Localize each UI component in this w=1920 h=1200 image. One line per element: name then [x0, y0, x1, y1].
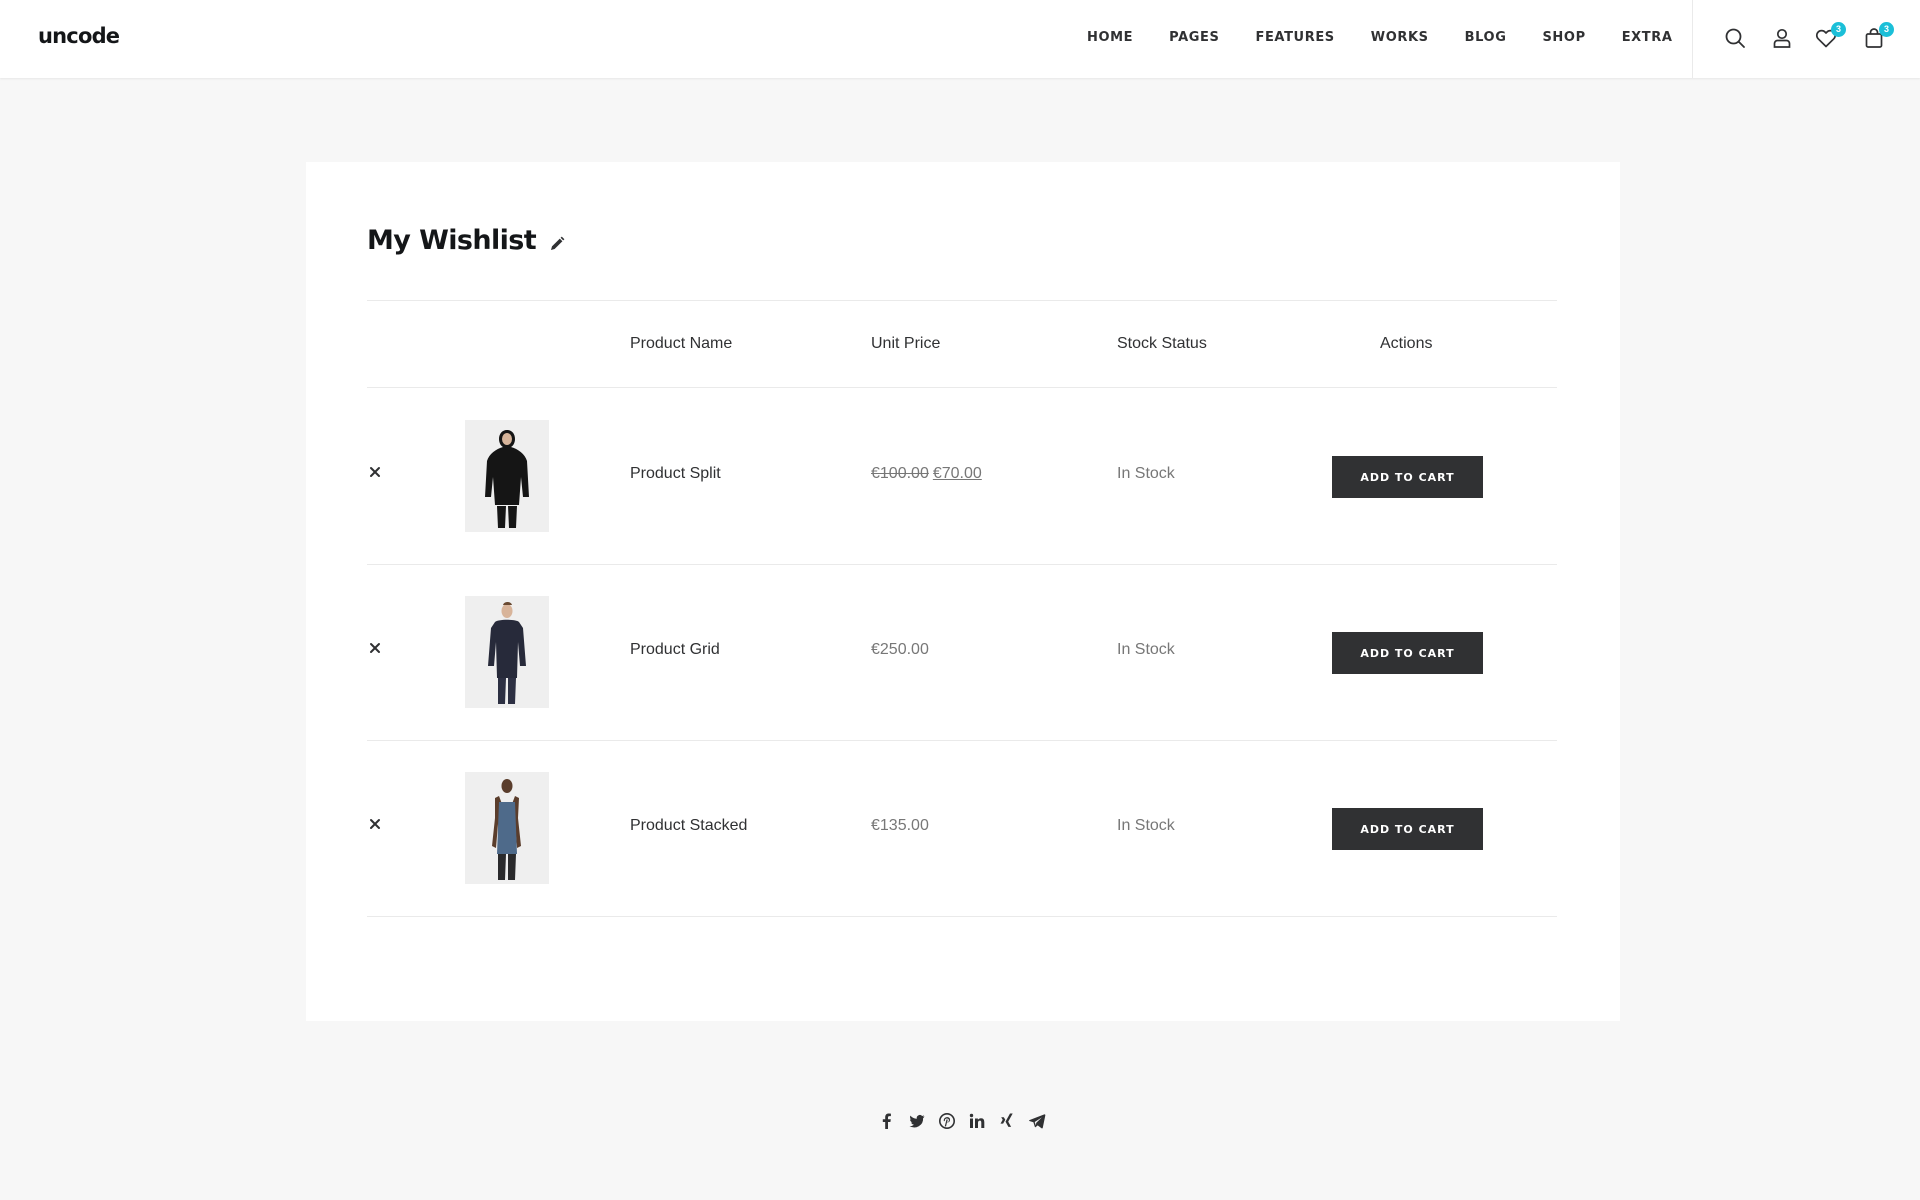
nav-item-extra[interactable]: EXTRA — [1622, 30, 1673, 45]
add-to-cart-button[interactable]: ADD TO CART — [1332, 456, 1483, 498]
table-row: Product Stacked €135.00 In Stock ADD TO … — [306, 740, 1620, 916]
wishlist-count-badge: 3 — [1831, 22, 1846, 37]
nav-item-works[interactable]: WORKS — [1371, 30, 1429, 45]
pinterest-icon[interactable] — [938, 1112, 956, 1130]
table-row: Product Split €100.00 €70.00 In Stock ADD… — [306, 388, 1620, 564]
search-icon[interactable] — [1723, 26, 1747, 50]
stock-status: In Stock — [1117, 465, 1175, 482]
nav-item-features[interactable]: FEATURES — [1255, 30, 1334, 45]
remove-item-button[interactable] — [369, 642, 383, 656]
table-bottom-divider — [367, 916, 1557, 917]
column-header-unit-price: Unit Price — [871, 335, 941, 352]
wishlist-title-row: My Wishlist — [367, 225, 565, 256]
add-to-cart-button[interactable]: ADD TO CART — [1332, 632, 1483, 674]
main-nav: HOME PAGES FEATURES WORKS BLOG SHOP EXTR… — [1087, 30, 1673, 45]
remove-item-button[interactable] — [369, 818, 383, 832]
product-thumbnail[interactable] — [465, 772, 549, 884]
cart-count-badge: 3 — [1879, 22, 1894, 37]
stock-status: In Stock — [1117, 641, 1175, 658]
sale-price: €70.00 — [932, 465, 982, 482]
facebook-icon[interactable] — [878, 1112, 896, 1130]
product-name-link[interactable]: Product Split — [630, 465, 721, 483]
user-icon[interactable] — [1770, 26, 1794, 50]
telegram-icon[interactable] — [1028, 1112, 1046, 1130]
nav-item-shop[interactable]: SHOP — [1542, 30, 1585, 45]
wishlist-card: My Wishlist Product Name Unit Price Stoc… — [306, 162, 1620, 1021]
wishlist-heart-icon[interactable]: 3 — [1814, 22, 1846, 50]
stock-status: In Stock — [1117, 817, 1175, 834]
cart-bag-icon[interactable]: 3 — [1862, 22, 1894, 50]
linkedin-icon[interactable] — [968, 1112, 986, 1130]
product-price: €250.00 — [871, 641, 929, 658]
pencil-icon[interactable] — [549, 236, 565, 252]
product-thumbnail[interactable] — [465, 420, 549, 532]
twitter-icon[interactable] — [908, 1112, 926, 1130]
product-price: €100.00 €70.00 — [871, 465, 982, 483]
share-bar — [878, 1112, 1046, 1130]
nav-item-pages[interactable]: PAGES — [1169, 30, 1219, 45]
site-header: uncode HOME PAGES FEATURES WORKS BLOG SH… — [0, 0, 1920, 78]
product-name-link[interactable]: Product Stacked — [630, 817, 747, 835]
xing-icon[interactable] — [998, 1112, 1016, 1130]
column-header-actions: Actions — [1380, 335, 1433, 352]
product-thumbnail[interactable] — [465, 596, 549, 708]
original-price: €100.00 — [871, 465, 929, 482]
column-header-product-name: Product Name — [630, 335, 733, 352]
product-price: €135.00 — [871, 817, 929, 834]
table-top-divider — [367, 300, 1557, 301]
table-row: Product Grid €250.00 In Stock ADD TO CAR… — [306, 564, 1620, 740]
page-title: My Wishlist — [367, 225, 537, 256]
nav-item-home[interactable]: HOME — [1087, 30, 1133, 45]
site-logo[interactable]: uncode — [38, 24, 120, 48]
header-divider — [1692, 0, 1693, 78]
remove-item-button[interactable] — [369, 466, 383, 480]
product-name-link[interactable]: Product Grid — [630, 641, 720, 659]
column-header-stock-status: Stock Status — [1117, 335, 1207, 352]
nav-item-blog[interactable]: BLOG — [1465, 30, 1507, 45]
add-to-cart-button[interactable]: ADD TO CART — [1332, 808, 1483, 850]
